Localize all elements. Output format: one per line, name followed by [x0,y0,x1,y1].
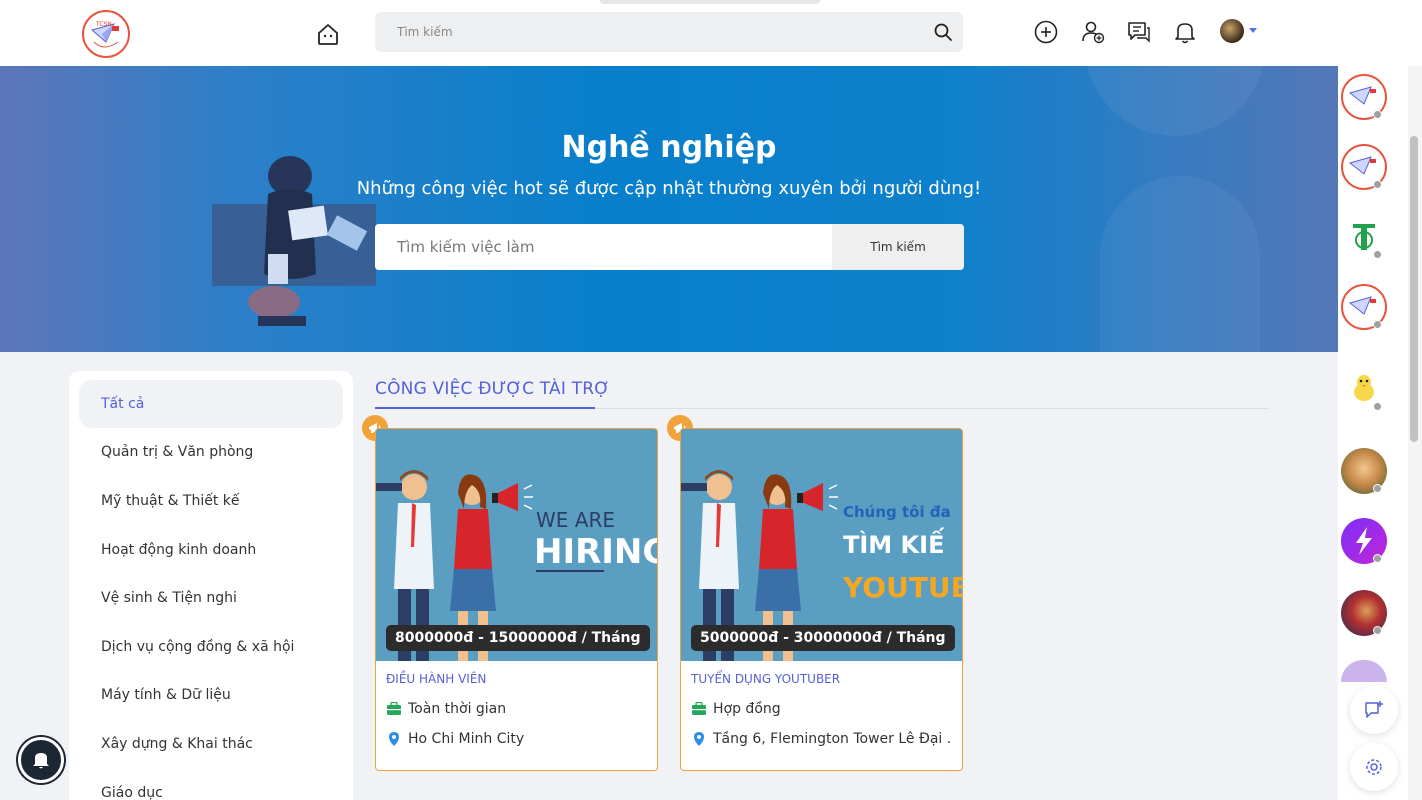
category-item[interactable]: Máy tính & Dữ liệu [79,671,343,719]
job-card[interactable]: Chúng tôi đa TÌM KIẾ YOUTUBE 5000000đ - … [680,428,963,771]
offline-status-dot [1373,402,1382,411]
section-underline [375,407,595,409]
salary-label: 8000000đ - 15000000đ / Tháng [386,625,650,651]
briefcase-icon [387,702,401,715]
hero-decoration [1100,176,1260,352]
page-title: Nghề nghiệp [561,130,777,165]
category-item[interactable]: Vệ sinh & Tiện nghi [79,574,343,622]
category-item[interactable]: Giáo dục [79,769,343,800]
banner-text: HIRING [534,532,657,572]
bell-icon[interactable] [1172,19,1198,45]
settings-button[interactable] [1350,743,1398,791]
job-location-label: Tầng 6, Flemington Tower Lê Đại ... [713,731,951,747]
new-message-icon [1365,701,1383,718]
page-subtitle: Những công việc hot sẽ được cập nhật thư… [356,178,982,199]
job-type-label: Hợp đồng [713,701,781,717]
job-type-label: Toàn thời gian [408,701,507,717]
top-notch [600,0,820,4]
section-title: CÔNG VIỆC ĐƯỢC TÀI TRỢ [375,379,610,399]
job-search-bar: Tìm kiếm [375,224,964,270]
category-item[interactable]: Dịch vụ cộng đồng & xã hội [79,623,343,671]
add-friend-icon[interactable] [1080,19,1106,45]
job-location-label: Ho Chi Minh City [408,731,525,747]
offline-status-dot [1373,554,1382,563]
global-search-input[interactable] [375,12,895,52]
scrollbar-thumb[interactable] [1410,136,1418,442]
banner-text: YOUTUBE [842,571,962,604]
new-chat-button[interactable] [1350,686,1398,734]
offline-status-dot [1373,180,1382,189]
push-notification-button[interactable] [18,737,64,783]
offline-status-dot [1373,320,1382,329]
banner-text: Chúng tôi đa [843,503,951,521]
job-title[interactable]: TUYỂN DỤNG YOUTUBER [691,672,840,686]
category-item[interactable]: Hoạt động kinh doanh [79,526,343,574]
offline-status-dot [1373,626,1382,635]
gear-icon [1366,759,1382,775]
home-button[interactable] [314,20,342,48]
job-search-button[interactable]: Tìm kiếm [832,224,964,270]
site-logo[interactable]: TCSN [82,10,130,58]
category-sidebar: Tất cả Quản trị & Văn phòng Mỹ thuật & T… [69,371,353,800]
careers-hero: Nghề nghiệp Những công việc hot sẽ được … [0,66,1338,352]
banner-text: TÌM KIẾ [843,526,945,559]
salary-label: 5000000đ - 30000000đ / Tháng [691,625,955,651]
location-pin-icon [389,732,399,746]
job-location: Tầng 6, Flemington Tower Lê Đại ... [691,731,951,747]
location-pin-icon [694,732,704,746]
add-circle-icon[interactable] [1033,19,1059,45]
job-banner-image: WE ARE HIRING 8000000đ - 15000000đ / Thá… [376,429,657,661]
chat-icon[interactable] [1126,19,1152,45]
logo-text: TCSN [95,21,112,28]
job-type: Toàn thời gian [386,701,646,717]
job-title[interactable]: ĐIỀU HÀNH VIÊN [386,672,486,686]
user-avatar[interactable] [1220,19,1244,43]
job-location: Ho Chi Minh City [386,731,646,747]
chevron-down-icon[interactable] [1249,28,1257,33]
briefcase-icon [692,702,706,715]
offline-status-dot [1373,110,1382,119]
category-item[interactable]: Mỹ thuật & Thiết kế [79,477,343,525]
search-icon[interactable] [933,22,953,42]
bell-icon [33,753,49,769]
hero-decoration [1085,66,1265,136]
category-item[interactable]: Quản trị & Văn phòng [79,428,343,476]
category-item[interactable]: Xây dựng & Khai thác [79,720,343,768]
home-icon [318,24,338,45]
global-search [375,12,963,52]
top-navbar: TCSN [0,0,1422,66]
banner-text: WE ARE [536,508,615,532]
job-banner-image: Chúng tôi đa TÌM KIẾ YOUTUBE 5000000đ - … [681,429,962,661]
job-type: Hợp đồng [691,701,951,717]
category-all[interactable]: Tất cả [79,380,343,428]
offline-status-dot [1373,250,1382,259]
offline-status-dot [1373,484,1382,493]
job-card[interactable]: WE ARE HIRING 8000000đ - 15000000đ / Thá… [375,428,658,771]
job-search-input[interactable] [375,224,831,270]
